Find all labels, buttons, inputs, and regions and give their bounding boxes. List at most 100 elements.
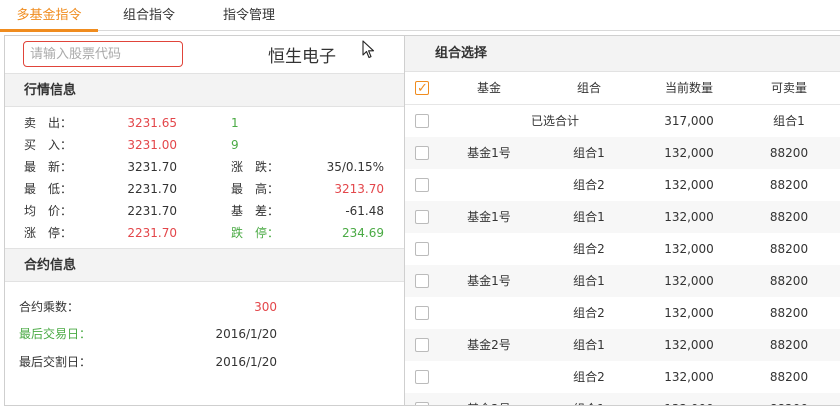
column-header-fund: 基金 bbox=[476, 81, 501, 95]
contract-row-multiplier: 合约乘数： 300 bbox=[5, 295, 404, 319]
tab-portfolio-order[interactable]: 组合指令 bbox=[110, 0, 188, 31]
portfolio-selection-panel: 组合选择 基金 组合 当前数量 可卖量 已选合计 317,000 组合1 基金1… bbox=[405, 35, 840, 406]
table-header: 基金 组合 当前数量 可卖量 bbox=[405, 72, 840, 105]
row-checkbox[interactable] bbox=[415, 338, 429, 352]
row-checkbox[interactable] bbox=[415, 306, 429, 320]
cell-qty: 132,000 bbox=[664, 338, 714, 352]
quote-value-secondary: 3213.70 bbox=[334, 182, 384, 196]
cell-fund: 基金2号 bbox=[449, 393, 529, 405]
quote-row-limit: 涨 停： 2231.70 跌 停： 234.69 bbox=[5, 222, 404, 244]
contract-label: 最后交割日： bbox=[19, 355, 92, 369]
quote-value: 2231.70 bbox=[127, 204, 177, 218]
cell-qty: 132,000 bbox=[664, 306, 714, 320]
contract-row-last-delivery-day: 最后交割日： 2016/1/20 bbox=[5, 350, 404, 374]
quote-value: 2231.70 bbox=[127, 226, 177, 240]
quote-label: 最 新： bbox=[24, 160, 73, 174]
cell-group: 组合1 bbox=[573, 274, 605, 288]
cell-sellable: 88200 bbox=[749, 393, 829, 405]
row-checkbox[interactable] bbox=[415, 178, 429, 192]
cell-qty: 132,000 bbox=[664, 370, 714, 384]
quote-row-latest: 最 新： 3231.70 涨 跌： 35/0.15% bbox=[5, 156, 404, 178]
total-label: 已选合计 bbox=[530, 114, 579, 128]
tab-bar: 多基金指令 组合指令 指令管理 bbox=[0, 0, 840, 32]
cell-group: 组合1 bbox=[573, 338, 605, 352]
contract-value: 2016/1/20 bbox=[215, 355, 277, 369]
cell-sellable: 88200 bbox=[769, 146, 809, 160]
contract-section-header: 合约信息 bbox=[5, 248, 404, 282]
contract-label: 最后交易日： bbox=[19, 327, 92, 341]
cell-group: 组合2 bbox=[573, 242, 605, 256]
company-name: 恒生电子 bbox=[268, 47, 336, 67]
quote-row-low-high: 最 低： 2231.70 最 高： 3213.70 bbox=[5, 178, 404, 200]
row-checkbox[interactable] bbox=[415, 370, 429, 384]
contract-row-last-trade-day: 最后交易日： 2016/1/20 bbox=[5, 322, 404, 346]
quote-value: 2231.70 bbox=[127, 182, 177, 196]
quote-row-avg-basis: 均 价： 2231.70 基 差： -61.48 bbox=[5, 200, 404, 222]
cell-sellable: 88200 bbox=[769, 210, 809, 224]
row-checkbox[interactable] bbox=[415, 146, 429, 160]
quote-label: 买 入： bbox=[24, 138, 73, 152]
cell-group: 组合2 bbox=[573, 370, 605, 384]
quote-section-header: 行情信息 bbox=[5, 73, 404, 107]
cell-group: 组合1 bbox=[549, 393, 629, 405]
cell-sellable: 88200 bbox=[769, 178, 809, 192]
cell-group: 组合1 bbox=[573, 210, 605, 224]
table-row[interactable]: 基金1号 组合1 132,000 88200 bbox=[405, 137, 840, 169]
column-header-group: 组合 bbox=[576, 81, 601, 95]
cell-fund: 基金1号 bbox=[467, 210, 511, 224]
table-row[interactable]: 组合2 132,000 88200 bbox=[405, 169, 840, 201]
quote-row-sell: 卖 出： 3231.65 1 bbox=[5, 112, 404, 134]
table-row[interactable]: 基金1号 组合1 132,000 88200 bbox=[405, 265, 840, 297]
row-checkbox[interactable] bbox=[415, 114, 429, 128]
cell-fund: 基金1号 bbox=[467, 274, 511, 288]
cell-group: 组合2 bbox=[573, 178, 605, 192]
quote-row-buy: 买 入： 3231.00 9 bbox=[5, 134, 404, 156]
table-row[interactable]: 基金2号 组合1 132,000 88200 bbox=[405, 393, 840, 405]
cell-sellable: 88200 bbox=[769, 338, 809, 352]
cell-sellable: 88200 bbox=[769, 274, 809, 288]
contract-value: 2016/1/20 bbox=[215, 327, 277, 341]
cell-group: 组合1 bbox=[573, 146, 605, 160]
cell-fund: 基金1号 bbox=[467, 146, 511, 160]
quote-value: 3231.65 bbox=[127, 116, 177, 130]
quote-label: 卖 出： bbox=[24, 116, 73, 130]
quote-value-secondary: 9 bbox=[231, 138, 239, 152]
quote-value-secondary: 234.69 bbox=[342, 226, 384, 240]
table-row[interactable]: 组合2 132,000 88200 bbox=[405, 233, 840, 265]
left-panel: 恒生电子 行情信息 卖 出： 3231.65 1 买 入： 3231.00 9 … bbox=[4, 35, 405, 406]
cell-sellable: 88200 bbox=[769, 306, 809, 320]
row-checkbox[interactable] bbox=[415, 274, 429, 288]
total-group: 组合1 bbox=[773, 114, 805, 128]
quote-value: 3231.00 bbox=[127, 138, 177, 152]
table-row[interactable]: 基金2号 组合1 132,000 88200 bbox=[405, 329, 840, 361]
cell-qty: 132,000 bbox=[664, 210, 714, 224]
stock-code-search-input[interactable] bbox=[23, 41, 183, 67]
row-checkbox[interactable] bbox=[415, 242, 429, 256]
cell-sellable: 88200 bbox=[769, 370, 809, 384]
cell-qty: 132,000 bbox=[664, 274, 714, 288]
total-qty: 317,000 bbox=[664, 114, 714, 128]
contract-value: 300 bbox=[254, 300, 277, 314]
quote-value-secondary: 35/0.15% bbox=[326, 160, 384, 174]
row-checkbox[interactable] bbox=[415, 402, 429, 405]
quote-label: 均 价： bbox=[24, 204, 73, 218]
table-row[interactable]: 组合2 132,000 88200 bbox=[405, 297, 840, 329]
quote-value-secondary: 1 bbox=[231, 116, 239, 130]
tab-multi-fund-order[interactable]: 多基金指令 bbox=[0, 0, 98, 32]
column-header-sellable: 可卖量 bbox=[770, 81, 807, 95]
table-row[interactable]: 组合2 132,000 88200 bbox=[405, 361, 840, 393]
tab-order-management[interactable]: 指令管理 bbox=[208, 0, 290, 31]
quote-value: 3231.70 bbox=[127, 160, 177, 174]
table-row-total: 已选合计 317,000 组合1 bbox=[405, 105, 840, 137]
cell-qty: 132,000 bbox=[649, 393, 729, 405]
table-row[interactable]: 基金1号 组合1 132,000 88200 bbox=[405, 201, 840, 233]
select-all-checkbox[interactable] bbox=[415, 72, 429, 105]
mouse-cursor-icon bbox=[362, 40, 375, 59]
contract-label: 合约乘数： bbox=[19, 300, 80, 314]
quote-value-secondary: -61.48 bbox=[345, 204, 384, 218]
quote-label: 最 低： bbox=[24, 182, 73, 196]
column-header-qty: 当前数量 bbox=[664, 81, 713, 95]
cell-qty: 132,000 bbox=[664, 242, 714, 256]
cell-sellable: 88200 bbox=[769, 242, 809, 256]
row-checkbox[interactable] bbox=[415, 210, 429, 224]
